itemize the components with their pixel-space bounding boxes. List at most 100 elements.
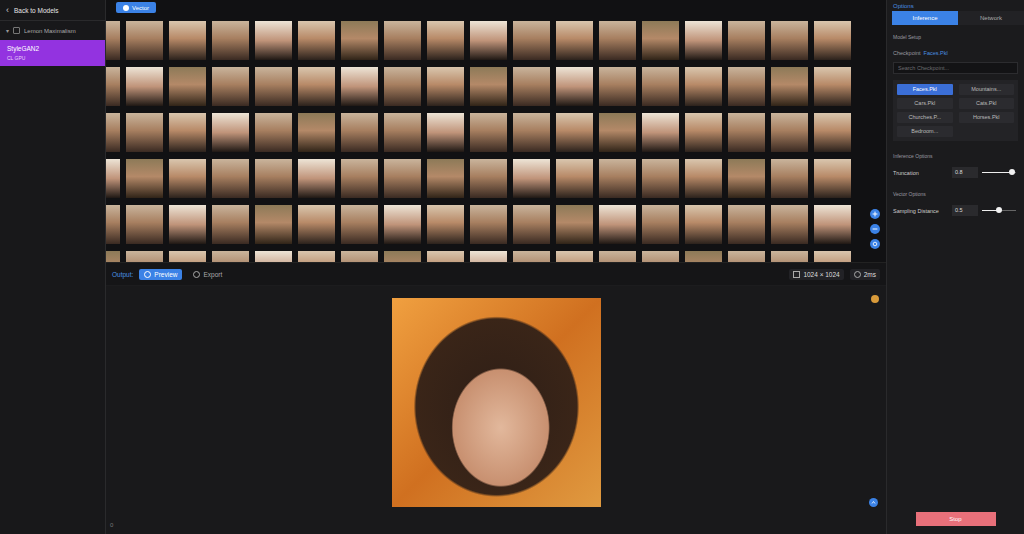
face-thumbnail[interactable]	[212, 159, 249, 198]
output-tab[interactable]: Preview	[139, 269, 182, 280]
face-thumbnail[interactable]	[814, 113, 851, 152]
face-thumbnail[interactable]	[642, 113, 679, 152]
face-thumbnail[interactable]	[685, 113, 722, 152]
face-thumbnail[interactable]	[341, 251, 378, 262]
face-thumbnail[interactable]	[126, 205, 163, 244]
face-thumbnail[interactable]	[169, 159, 206, 198]
face-thumbnail[interactable]	[384, 205, 421, 244]
face-thumbnail[interactable]	[212, 113, 249, 152]
face-thumbnail[interactable]	[685, 205, 722, 244]
face-thumbnail[interactable]	[513, 113, 550, 152]
face-thumbnail[interactable]	[642, 251, 679, 262]
options-tab[interactable]: Network	[958, 11, 1024, 25]
face-thumbnail[interactable]	[427, 205, 464, 244]
checkpoint-button[interactable]: Churches.P...	[897, 112, 953, 123]
face-thumbnail[interactable]	[169, 21, 206, 60]
face-thumbnail[interactable]	[642, 205, 679, 244]
zoom-in-button[interactable]	[870, 209, 880, 219]
face-thumbnail[interactable]	[298, 159, 335, 198]
checkpoint-search[interactable]	[893, 62, 1018, 74]
latent-space-view[interactable]	[106, 15, 886, 262]
face-thumbnail[interactable]	[728, 21, 765, 60]
vector-mode-button[interactable]: Vector	[116, 2, 156, 13]
face-thumbnail[interactable]	[685, 251, 722, 262]
face-thumbnail[interactable]	[126, 159, 163, 198]
face-thumbnail[interactable]	[599, 251, 636, 262]
face-thumbnail[interactable]	[599, 205, 636, 244]
face-thumbnail[interactable]	[212, 21, 249, 60]
face-thumbnail[interactable]	[384, 67, 421, 106]
face-thumbnail[interactable]	[556, 159, 593, 198]
face-thumbnail[interactable]	[513, 21, 550, 60]
checkpoint-button[interactable]: Cars.Pkl	[897, 98, 953, 109]
face-thumbnail[interactable]	[427, 159, 464, 198]
face-thumbnail[interactable]	[212, 67, 249, 106]
face-thumbnail[interactable]	[298, 113, 335, 152]
face-thumbnail[interactable]	[814, 205, 851, 244]
face-thumbnail[interactable]	[642, 159, 679, 198]
face-thumbnail[interactable]	[814, 21, 851, 60]
face-thumbnail[interactable]	[771, 21, 808, 60]
face-thumbnail[interactable]	[106, 251, 120, 262]
face-thumbnail[interactable]	[771, 67, 808, 106]
face-thumbnail[interactable]	[106, 67, 120, 106]
face-thumbnail[interactable]	[126, 67, 163, 106]
face-thumbnail[interactable]	[384, 21, 421, 60]
recenter-button[interactable]	[870, 239, 880, 249]
face-thumbnail[interactable]	[427, 113, 464, 152]
model-item[interactable]: StyleGAN2CL GPU	[0, 40, 105, 66]
checkpoint-button[interactable]: Cats.Pkl	[959, 98, 1015, 109]
face-thumbnail[interactable]	[771, 251, 808, 262]
face-thumbnail[interactable]	[298, 251, 335, 262]
back-to-models-link[interactable]: ‹Back to Models	[0, 0, 105, 21]
face-thumbnail[interactable]	[685, 67, 722, 106]
slider-thumb[interactable]	[996, 207, 1002, 213]
option-value-field[interactable]: 0.8	[952, 167, 978, 178]
face-thumbnail[interactable]	[728, 113, 765, 152]
face-thumbnail[interactable]	[513, 205, 550, 244]
face-thumbnail[interactable]	[427, 21, 464, 60]
slider-track[interactable]	[982, 172, 1016, 173]
face-thumbnail[interactable]	[470, 251, 507, 262]
face-thumbnail[interactable]	[642, 67, 679, 106]
face-thumbnail[interactable]	[513, 251, 550, 262]
face-thumbnail[interactable]	[106, 159, 120, 198]
face-thumbnail[interactable]	[341, 113, 378, 152]
face-thumbnail[interactable]	[728, 67, 765, 106]
face-thumbnail[interactable]	[298, 21, 335, 60]
face-thumbnail[interactable]	[341, 159, 378, 198]
face-thumbnail[interactable]	[470, 205, 507, 244]
checkpoint-button[interactable]: Mountains...	[959, 84, 1015, 95]
face-thumbnail[interactable]	[599, 113, 636, 152]
face-thumbnail[interactable]	[212, 205, 249, 244]
face-thumbnail[interactable]	[427, 67, 464, 106]
face-thumbnail[interactable]	[255, 251, 292, 262]
face-thumbnail[interactable]	[814, 251, 851, 262]
face-thumbnail[interactable]	[255, 205, 292, 244]
face-thumbnail[interactable]	[298, 205, 335, 244]
checkpoint-button[interactable]: Bedroom...	[897, 126, 953, 137]
face-thumbnail[interactable]	[255, 67, 292, 106]
face-thumbnail[interactable]	[470, 159, 507, 198]
face-thumbnail[interactable]	[255, 21, 292, 60]
face-thumbnail[interactable]	[470, 67, 507, 106]
face-thumbnail[interactable]	[556, 251, 593, 262]
face-thumbnail[interactable]	[556, 67, 593, 106]
face-thumbnail[interactable]	[126, 21, 163, 60]
face-thumbnail[interactable]	[771, 113, 808, 152]
face-thumbnail[interactable]	[169, 67, 206, 106]
face-thumbnail[interactable]	[384, 159, 421, 198]
workspace-item[interactable]: ▾Lemon Maximalism	[0, 21, 105, 40]
face-thumbnail[interactable]	[728, 205, 765, 244]
face-thumbnail[interactable]	[470, 113, 507, 152]
face-thumbnail[interactable]	[298, 67, 335, 106]
checkpoint-button[interactable]: Faces.Pkl	[897, 84, 953, 95]
face-thumbnail[interactable]	[599, 21, 636, 60]
face-thumbnail[interactable]	[642, 21, 679, 60]
face-thumbnail[interactable]	[126, 251, 163, 262]
face-thumbnail[interactable]	[814, 67, 851, 106]
fullscreen-button[interactable]	[869, 498, 878, 507]
face-thumbnail[interactable]	[556, 21, 593, 60]
face-thumbnail[interactable]	[771, 159, 808, 198]
slider-track[interactable]	[982, 210, 1016, 211]
